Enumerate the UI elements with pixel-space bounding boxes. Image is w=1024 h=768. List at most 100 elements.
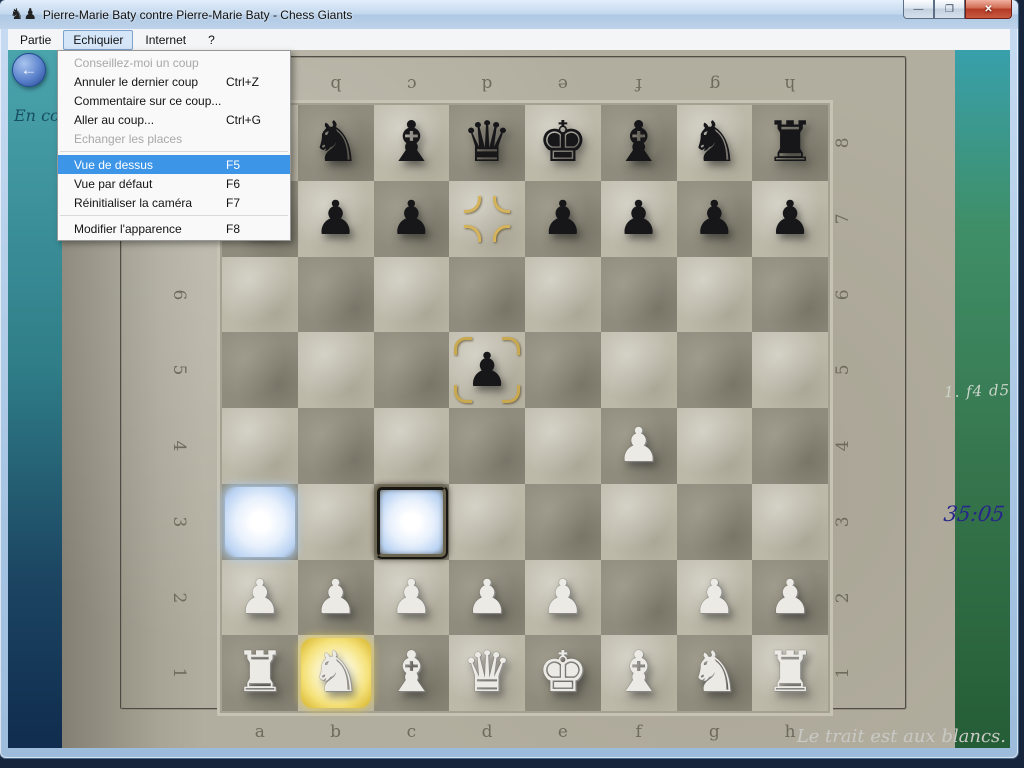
file-label-g: g <box>677 70 753 94</box>
file-label-f: f <box>601 70 677 94</box>
menu-item-shortcut: Ctrl+Z <box>226 75 278 89</box>
menubar-item-echiquier[interactable]: Echiquier <box>63 30 133 50</box>
back-button[interactable]: ← <box>12 53 46 87</box>
title-bar[interactable]: ♞♟ Pierre-Marie Baty contre Pierre-Marie… <box>0 0 1018 29</box>
square-c3[interactable] <box>374 484 450 560</box>
square-a6[interactable] <box>222 257 298 333</box>
square-g4[interactable] <box>677 408 753 484</box>
square-d5[interactable]: ♟ <box>449 332 525 408</box>
square-b7[interactable]: ♟ <box>298 181 374 257</box>
menu-item-annuler-le-dernier-coup[interactable]: Annuler le dernier coupCtrl+Z <box>58 72 290 91</box>
square-a2[interactable]: ♟ <box>222 560 298 636</box>
file-label-e: e <box>525 70 601 94</box>
square-b3[interactable] <box>298 484 374 560</box>
square-e5[interactable] <box>525 332 601 408</box>
white-piece-g2: ♟ <box>693 574 735 621</box>
square-g7[interactable]: ♟ <box>677 181 753 257</box>
square-d4[interactable] <box>449 408 525 484</box>
square-f3[interactable] <box>601 484 677 560</box>
white-piece-h2: ♟ <box>769 574 811 621</box>
square-g5[interactable] <box>677 332 753 408</box>
square-e7[interactable]: ♟ <box>525 181 601 257</box>
square-f4[interactable]: ♟ <box>601 408 677 484</box>
rank-label-2: 2 <box>805 584 881 610</box>
square-f7[interactable]: ♟ <box>601 181 677 257</box>
close-button[interactable]: ✕ <box>965 0 1012 19</box>
square-e2[interactable]: ♟ <box>525 560 601 636</box>
square-e8[interactable]: ♚ <box>525 105 601 181</box>
square-g3[interactable] <box>677 484 753 560</box>
square-e6[interactable] <box>525 257 601 333</box>
square-c6[interactable] <box>374 257 450 333</box>
square-e1[interactable]: ♚ <box>525 635 601 711</box>
menu-item-echanger-les-places[interactable]: Echanger les places <box>58 129 290 148</box>
black-piece-f8: ♝ <box>614 115 664 171</box>
square-b6[interactable] <box>298 257 374 333</box>
menu-item-label: Modifier l'apparence <box>74 222 226 236</box>
square-c5[interactable] <box>374 332 450 408</box>
square-d3[interactable] <box>449 484 525 560</box>
black-piece-c8: ♝ <box>386 115 436 171</box>
square-b2[interactable]: ♟ <box>298 560 374 636</box>
menu-item-commentaire-sur-ce-coup[interactable]: Commentaire sur ce coup... <box>58 91 290 110</box>
square-f1[interactable]: ♝ <box>601 635 677 711</box>
square-b8[interactable]: ♞ <box>298 105 374 181</box>
white-piece-b2: ♟ <box>315 574 357 621</box>
rank-label-3: 3 <box>141 509 217 535</box>
menubar-item-?[interactable]: ? <box>198 30 225 50</box>
square-e3[interactable] <box>525 484 601 560</box>
menu-item-label: Vue de dessus <box>74 158 226 172</box>
white-piece-c1: ♝ <box>386 645 436 701</box>
square-e4[interactable] <box>525 408 601 484</box>
menu-item-shortcut: F7 <box>226 196 278 210</box>
square-f2[interactable] <box>601 560 677 636</box>
menu-item-vue-de-dessus[interactable]: Vue de dessusF5 <box>58 155 290 174</box>
square-g6[interactable] <box>677 257 753 333</box>
menu-item-shortcut: F8 <box>226 222 278 236</box>
square-d2[interactable]: ♟ <box>449 560 525 636</box>
square-g8[interactable]: ♞ <box>677 105 753 181</box>
square-b4[interactable] <box>298 408 374 484</box>
menu-item-r-initialiser-la-cam-ra[interactable]: Réinitialiser la caméraF7 <box>58 193 290 212</box>
menubar-item-partie[interactable]: Partie <box>10 30 61 50</box>
square-g1[interactable]: ♞ <box>677 635 753 711</box>
file-label-h: h <box>752 70 828 94</box>
menu-item-aller-au-coup[interactable]: Aller au coup...Ctrl+G <box>58 110 290 129</box>
square-d1[interactable]: ♛ <box>449 635 525 711</box>
rank-label-1: 1 <box>805 660 881 686</box>
menu-item-vue-par-d-faut[interactable]: Vue par défautF6 <box>58 174 290 193</box>
square-a1[interactable]: ♜ <box>222 635 298 711</box>
rank-label-4: 4 <box>141 433 217 459</box>
white-piece-a1: ♜ <box>235 645 285 701</box>
file-label-a: a <box>222 722 298 746</box>
square-f8[interactable]: ♝ <box>601 105 677 181</box>
maximize-button[interactable]: ❐ <box>934 0 965 19</box>
file-label-b: b <box>298 70 374 94</box>
square-c8[interactable]: ♝ <box>374 105 450 181</box>
square-a5[interactable] <box>222 332 298 408</box>
square-d6[interactable] <box>449 257 525 333</box>
square-c2[interactable]: ♟ <box>374 560 450 636</box>
square-c4[interactable] <box>374 408 450 484</box>
minimize-button[interactable]: — <box>903 0 934 19</box>
square-a4[interactable] <box>222 408 298 484</box>
white-piece-f1: ♝ <box>614 645 664 701</box>
square-b5[interactable] <box>298 332 374 408</box>
square-f5[interactable] <box>601 332 677 408</box>
square-b1[interactable]: ♞ <box>298 635 374 711</box>
menu-item-modifier-l-apparence[interactable]: Modifier l'apparenceF8 <box>58 219 290 238</box>
black-piece-b8: ♞ <box>311 115 361 171</box>
square-c1[interactable]: ♝ <box>374 635 450 711</box>
black-piece-e8: ♚ <box>538 115 588 171</box>
square-d7[interactable] <box>449 181 525 257</box>
menu-item-conseillez-moi-un-coup[interactable]: Conseillez-moi un coup <box>58 53 290 72</box>
file-labels-top: abcdefgh <box>222 70 828 94</box>
move-target-highlight <box>375 485 449 559</box>
menubar-item-internet[interactable]: Internet <box>135 30 196 50</box>
square-f6[interactable] <box>601 257 677 333</box>
square-c7[interactable]: ♟ <box>374 181 450 257</box>
file-label-g: g <box>677 722 753 746</box>
square-g2[interactable]: ♟ <box>677 560 753 636</box>
square-a3[interactable] <box>222 484 298 560</box>
square-d8[interactable]: ♛ <box>449 105 525 181</box>
